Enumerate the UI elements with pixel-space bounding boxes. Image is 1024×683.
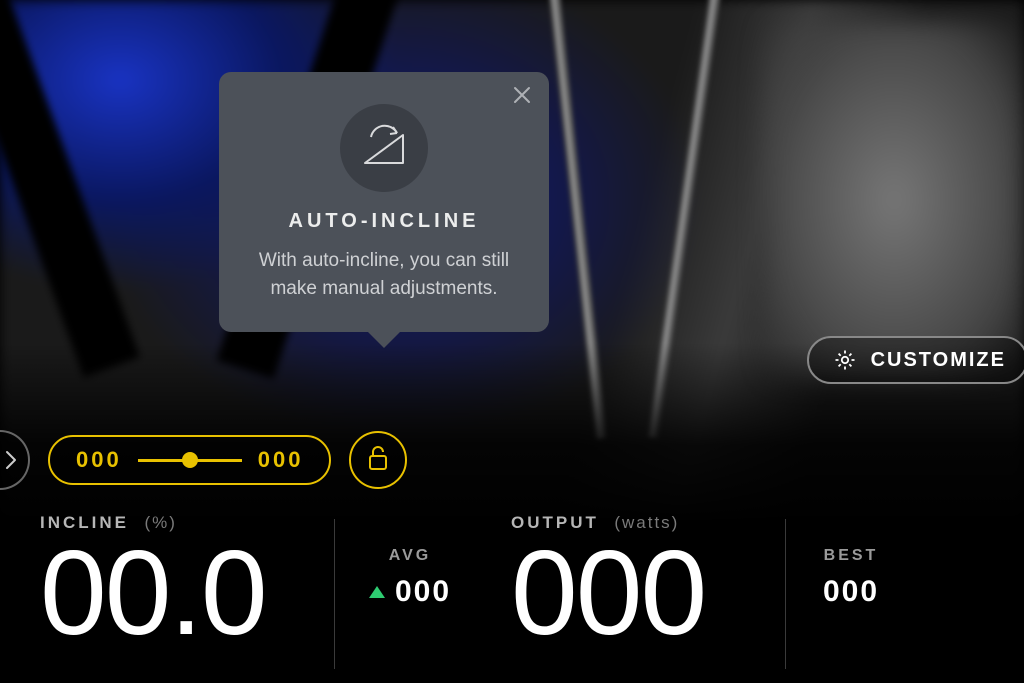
customize-button[interactable]: CUSTOMIZE — [807, 336, 1024, 384]
slider-thumb[interactable] — [182, 452, 198, 468]
incline-controls-row: 000 000 — [0, 430, 407, 490]
avg-label: AVG — [389, 547, 431, 565]
slider-min-value: 000 — [76, 447, 122, 473]
slider-max-value: 000 — [258, 447, 304, 473]
metrics-bar: INCLINE (%) 00.0 AVG 000 OUTPUT (watts) … — [0, 513, 1024, 683]
incline-range-slider[interactable]: 000 000 — [48, 435, 331, 485]
tooltip-body: With auto-incline, you can still make ma… — [247, 247, 521, 302]
avg-value: 000 — [395, 575, 451, 609]
best-metric: BEST 000 — [786, 513, 916, 673]
auto-incline-lock-button[interactable] — [349, 431, 407, 489]
customize-label: CUSTOMIZE — [871, 349, 1006, 372]
auto-incline-icon — [340, 104, 428, 192]
avg-metric: AVG 000 — [335, 513, 485, 673]
expand-button[interactable] — [0, 430, 30, 490]
close-icon[interactable] — [513, 86, 531, 108]
trend-up-icon — [369, 586, 385, 598]
best-value: 000 — [823, 575, 879, 609]
slider-track[interactable] — [138, 459, 242, 462]
bg-shape — [764, 20, 1024, 380]
output-metric: OUTPUT (watts) 000 — [485, 513, 785, 673]
incline-value: 00.0 — [40, 539, 308, 647]
incline-metric: INCLINE (%) 00.0 — [14, 513, 334, 673]
lock-icon — [366, 444, 390, 477]
gear-icon — [833, 348, 857, 372]
output-value: 000 — [511, 539, 759, 647]
tooltip-title: AUTO-INCLINE — [247, 210, 521, 233]
best-label: BEST — [824, 547, 879, 565]
auto-incline-tooltip: AUTO-INCLINE With auto-incline, you can … — [219, 72, 549, 332]
